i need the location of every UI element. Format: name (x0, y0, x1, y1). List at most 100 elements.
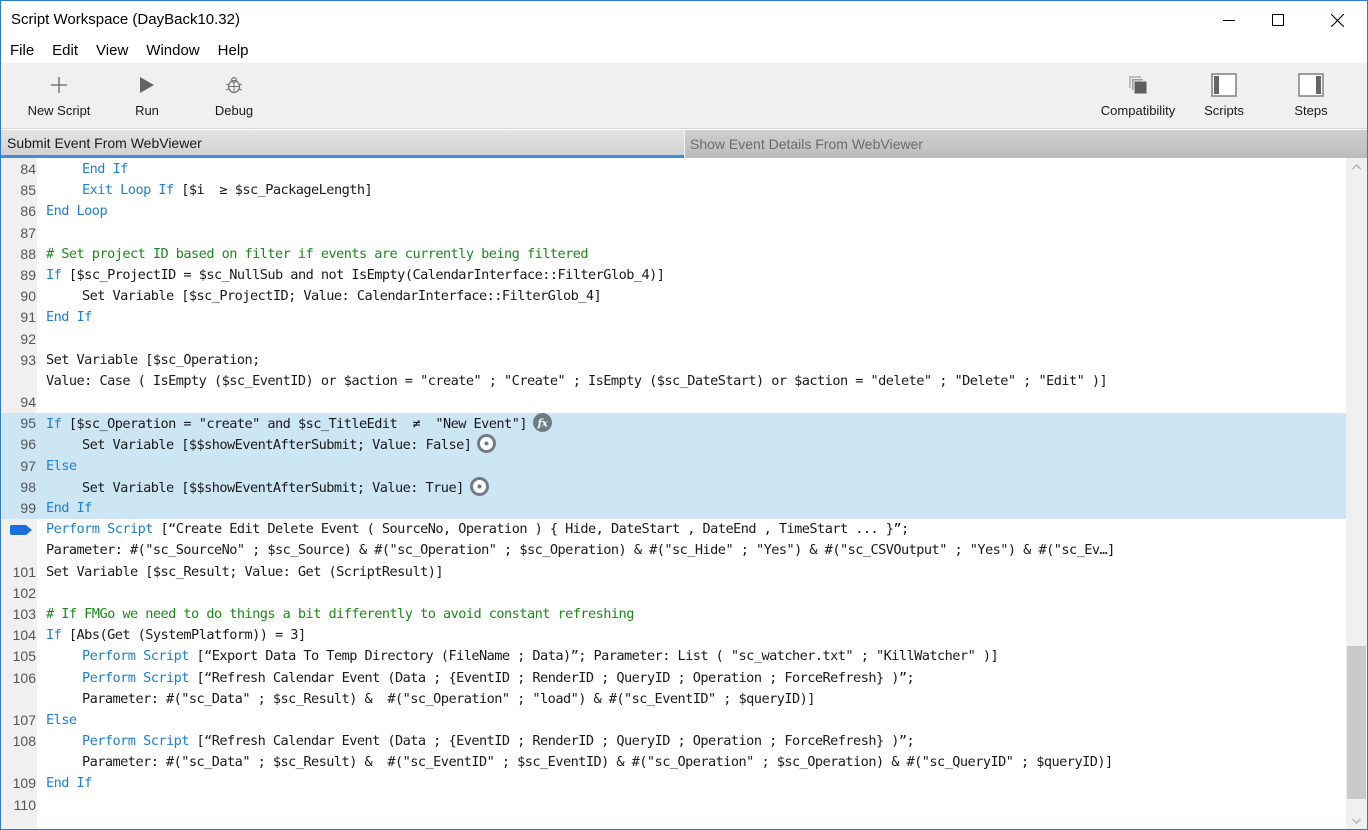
script-step-row[interactable]: Value: Case ( IsEmpty ($sc_EventID) or $… (2, 371, 1346, 392)
run-label: Run (135, 103, 159, 118)
menu-bar: File Edit View Window Help (1, 39, 1367, 63)
line-number: 96 (20, 436, 36, 453)
step-keyword: End If (46, 500, 92, 516)
menu-edit[interactable]: Edit (43, 39, 87, 63)
scroll-up-button[interactable] (1346, 158, 1367, 175)
script-step-row[interactable]: 104 If [Abs(Get (SystemPlatform)) = 3] (2, 625, 1346, 646)
script-step-row[interactable]: 91 End If (2, 307, 1346, 328)
tab-submit-event-from-webviewer[interactable]: Submit Event From WebViewer (1, 130, 684, 158)
step-params: [$i ≥ $sc_PackageLength] (173, 182, 373, 199)
script-step-row[interactable]: Perform Script [“Create Edit Delete Even… (2, 519, 1346, 540)
steps-label: Steps (1294, 103, 1328, 118)
line-number: 110 (13, 796, 36, 813)
scrollbar-thumb[interactable] (1347, 646, 1366, 800)
compatibility-button[interactable]: Compatibility (1097, 63, 1179, 129)
script-step-row[interactable]: 90 Set Variable [$sc_ProjectID; Value: Ca… (2, 286, 1346, 307)
script-step-row[interactable]: 97 Else (2, 455, 1346, 477)
script-step-row[interactable]: 87 (2, 223, 1346, 244)
step-keyword: End If (46, 309, 92, 326)
menu-help[interactable]: Help (209, 39, 258, 63)
close-button[interactable] (1314, 1, 1360, 39)
chevron-up-icon (1352, 163, 1361, 169)
script-step-row[interactable]: Parameter: #("sc_Data" ; $sc_Result) & #… (2, 689, 1346, 710)
step-text: If [Abs(Get (SystemPlatform)) = 3] (46, 625, 306, 646)
maximize-button[interactable] (1255, 1, 1301, 39)
line-number: 90 (20, 288, 36, 305)
script-step-row[interactable]: 103 # If FMGo we need to do things a bit … (2, 604, 1346, 625)
run-button[interactable]: Run (127, 63, 167, 129)
step-params: [$sc_Operation = "create" and $sc_TitleE… (61, 416, 528, 433)
script-step-row[interactable]: 93 Set Variable [$sc_Operation; (2, 350, 1346, 371)
script-step-row[interactable]: 105 Perform Script [“Export Data To Temp … (2, 646, 1346, 667)
step-keyword: End If (46, 775, 92, 792)
line-number: 86 (20, 203, 36, 220)
script-step-row[interactable]: 102 (2, 583, 1346, 604)
calculation-fx-icon[interactable]: fx (532, 413, 552, 433)
script-step-row[interactable]: 106 Perform Script [“Refresh Calendar Eve… (2, 668, 1346, 689)
step-params: [“Export Data To Temp Directory (FileNam… (188, 648, 999, 665)
script-step-row[interactable]: 92 (2, 329, 1346, 350)
menu-view[interactable]: View (87, 39, 137, 63)
step-params: Value: Case ( IsEmpty ($sc_EventID) or $… (46, 372, 1108, 389)
step-text: Perform Script [“Refresh Calendar Event … (82, 668, 915, 689)
script-step-row[interactable]: 109 End If (2, 773, 1346, 794)
step-keyword: Perform Script (82, 648, 189, 665)
debug-button[interactable]: Debug (208, 63, 260, 129)
step-text: End Loop (46, 201, 108, 222)
new-script-label: New Script (27, 103, 91, 118)
script-step-row[interactable]: Parameter: #("sc_SourceNo" ; $sc_Source)… (2, 540, 1346, 561)
play-icon (139, 63, 155, 101)
script-step-row[interactable]: 89 If [$sc_ProjectID = $sc_NullSub and no… (2, 265, 1346, 286)
step-keyword: Perform Script (82, 669, 189, 686)
compatibility-label: Compatibility (1100, 103, 1176, 118)
gear-icon[interactable] (469, 476, 489, 496)
line-number: 88 (20, 245, 36, 262)
comment-text: # If FMGo we need to do things a bit dif… (46, 605, 634, 622)
step-params: Set Variable [$$showEventAfterSubmit; Va… (82, 479, 464, 496)
scripts-label: Scripts (1204, 103, 1244, 118)
scroll-down-button[interactable] (1346, 812, 1367, 829)
line-number: 103 (12, 605, 36, 622)
script-editor[interactable]: 84 End If 85 Exit Loop If [$i ≥ $sc_Package… (2, 158, 1346, 829)
script-step-row[interactable]: 94 (2, 392, 1346, 413)
scripts-pane-button[interactable]: Scripts (1201, 63, 1247, 129)
script-step-row[interactable]: 88 # Set project ID based on filter if ev… (2, 244, 1346, 265)
script-step-row[interactable]: Parameter: #("sc_Data" ; $sc_Result) & #… (2, 752, 1346, 773)
line-number: 89 (20, 266, 36, 283)
step-text: Perform Script [“Create Edit Delete Even… (46, 519, 909, 540)
script-step-row[interactable]: 98 Set Variable [$$showEventAfterSubmit; … (2, 476, 1346, 499)
minimize-button[interactable] (1206, 1, 1252, 39)
step-params: [$sc_ProjectID = $sc_NullSub and not IsE… (61, 266, 665, 283)
step-text: End If (46, 498, 92, 519)
step-params: [Abs(Get (SystemPlatform)) = 3] (61, 627, 306, 644)
script-step-row[interactable]: 101 Set Variable [$sc_Result; Value: Get … (2, 562, 1346, 583)
step-text: End If (46, 307, 92, 328)
script-step-row[interactable]: 110 (2, 795, 1346, 816)
step-params: Parameter: #("sc_Data" ; $sc_Result) & #… (82, 754, 1113, 771)
line-number: 91 (20, 309, 36, 326)
breakpoint-marker-icon[interactable] (10, 525, 32, 536)
step-text: If [$sc_Operation = "create" and $sc_Tit… (46, 413, 552, 435)
gear-icon[interactable] (477, 434, 497, 454)
script-step-row[interactable]: 107 Else (2, 710, 1346, 731)
step-keyword: Perform Script (46, 521, 153, 538)
script-step-row[interactable]: 95 If [$sc_Operation = "create" and $sc_T… (2, 413, 1346, 435)
line-number: 107 (12, 711, 36, 728)
menu-window[interactable]: Window (137, 39, 208, 63)
steps-pane-button[interactable]: Steps (1289, 63, 1333, 129)
step-params: [“Refresh Calendar Event (Data ; {EventI… (188, 733, 915, 750)
step-text: Set Variable [$$showEventAfterSubmit; Va… (82, 434, 497, 456)
tab-show-event-details-from-webviewer[interactable]: Show Event Details From WebViewer (684, 130, 1367, 158)
step-text: Set Variable [$$showEventAfterSubmit; Va… (82, 476, 489, 499)
script-step-row[interactable]: 85 Exit Loop If [$i ≥ $sc_PackageLength] (2, 180, 1346, 201)
script-step-row[interactable]: 99 End If (2, 498, 1346, 520)
script-step-row[interactable]: 108 Perform Script [“Refresh Calendar Eve… (2, 731, 1346, 752)
step-text: Value: Case ( IsEmpty ($sc_EventID) or $… (46, 371, 1108, 392)
menu-file[interactable]: File (1, 39, 43, 63)
script-step-row[interactable]: 86 End Loop (2, 201, 1346, 222)
step-params: Parameter: #("sc_Data" ; $sc_Result) & #… (82, 690, 815, 707)
script-step-row[interactable]: 84 End If (2, 159, 1346, 180)
new-script-button[interactable]: New Script (23, 63, 95, 129)
vertical-scrollbar[interactable] (1346, 158, 1367, 829)
script-step-row[interactable]: 96 Set Variable [$$showEventAfterSubmit; … (2, 434, 1346, 456)
